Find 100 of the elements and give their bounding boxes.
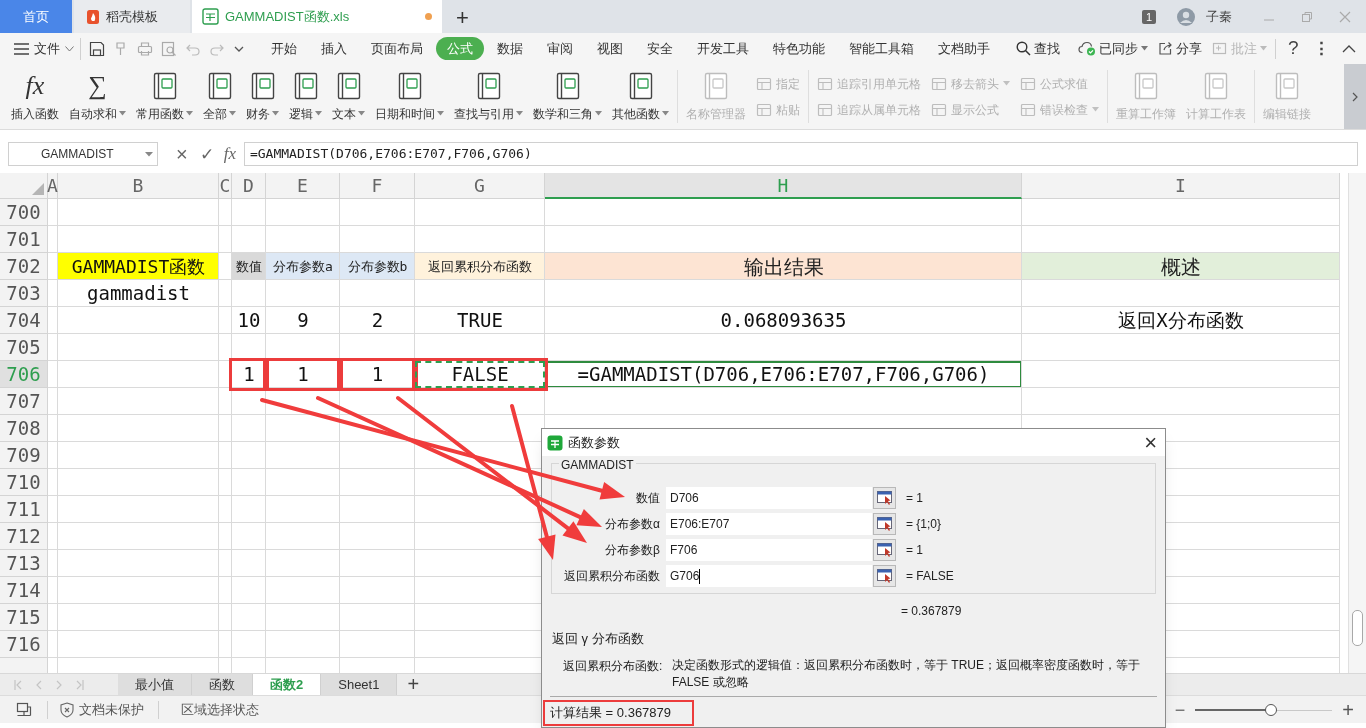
new-tab-button[interactable]: + [456,7,469,29]
ribbon-button[interactable]: fx 插入函数 [6,64,64,129]
row-header[interactable]: 712 [0,523,48,550]
ribbon-button[interactable]: 查找与引用 [449,64,528,129]
table-cell[interactable]: 2 [340,307,415,334]
menu-tab[interactable]: 安全 [636,36,684,61]
column-header[interactable]: C [219,173,232,199]
row-header[interactable]: 713 [0,550,48,577]
zoom-out-button[interactable]: − [1174,700,1186,719]
more-button[interactable]: ⋮ [1312,35,1330,62]
menu-tab[interactable]: 智能工具箱 [838,36,925,61]
notification-badge[interactable]: 1 [1141,9,1156,24]
sync-button[interactable]: 已同步 [1078,38,1148,59]
row-header[interactable]: 702 [0,253,48,280]
ribbon-button[interactable]: 数学和三角 [528,64,607,129]
ribbon-button[interactable]: 逻辑 [284,64,327,129]
file-menu[interactable]: 文件 [14,38,74,59]
column-header[interactable]: D [232,173,266,199]
row-header[interactable]: 704 [0,307,48,334]
input-field[interactable]: G706 [666,565,872,587]
sheet-tab[interactable]: Sheet1 [321,674,398,695]
scrollbar-thumb[interactable] [1352,610,1363,646]
table-cell[interactable]: =GAMMADIST(D706,E706:E707,F706,G706) [545,361,1022,388]
share-button[interactable]: 分享 [1158,38,1202,59]
scrollbar[interactable] [1348,173,1366,673]
search-button[interactable]: 查找 [1016,38,1060,59]
print-icon[interactable] [137,40,153,57]
table-cell[interactable]: 概述 [1022,253,1340,280]
table-cell[interactable]: 返回X分布函数 [1022,307,1340,334]
ribbon-button[interactable]: 财务 [241,64,284,129]
row-header[interactable]: 715 [0,604,48,631]
table-cell[interactable]: TRUE [415,307,545,334]
enter-button[interactable]: ✓ [199,145,214,163]
first-sheet-icon[interactable] [14,679,22,690]
formula-field[interactable]: =GAMMADIST(D706,E706:E707,F706,G706) [243,142,1358,166]
column-header[interactable]: I [1022,173,1340,199]
sheet-tab[interactable]: 函数 [192,674,253,695]
row-header[interactable]: 701 [0,226,48,253]
table-cell[interactable]: 分布参数b [340,253,415,280]
ribbon-button[interactable]: 日期和时间 [370,64,449,129]
row-header[interactable]: 700 [0,199,48,226]
cell-picker-button[interactable] [873,513,896,535]
ribbon-button[interactable]: 全部 [198,64,241,129]
row-header[interactable]: 705 [0,334,48,361]
row-header[interactable]: 710 [0,469,48,496]
cancel-button[interactable]: × [176,144,188,164]
ribbon-button[interactable]: 其他函数 [607,64,674,129]
row-header[interactable]: 707 [0,388,48,415]
table-cell[interactable]: 1 [340,361,415,388]
restore-icon[interactable] [1300,9,1314,24]
zoom-in-button[interactable]: + [1342,699,1354,720]
column-header[interactable]: F [340,173,415,199]
menu-tab[interactable]: 开发工具 [686,36,760,61]
close-button[interactable]: × [1144,431,1157,454]
ribbon-button[interactable]: ∑ 自动求和 [64,64,131,129]
collapse-icon[interactable] [1341,44,1356,53]
menu-tab[interactable]: 数据 [486,36,534,61]
menu-tab[interactable]: 文档助手 [927,36,1001,61]
menu-tab[interactable]: 特色功能 [762,36,836,61]
table-cell[interactable]: 10 [232,307,266,334]
tab[interactable]: GAMMADIST函数.xls [192,0,442,33]
print-preview-icon[interactable] [161,40,177,57]
row-header[interactable]: 714 [0,577,48,604]
shield-icon[interactable] [60,701,74,718]
table-cell[interactable]: 1 [232,361,266,388]
cell-picker-button[interactable] [873,539,896,561]
table-cell[interactable]: gammadist [58,280,219,307]
previous-sheet-icon[interactable] [36,679,42,690]
last-sheet-icon[interactable] [76,679,84,690]
row-header[interactable]: 711 [0,496,48,523]
menu-tab[interactable]: 审阅 [536,36,584,61]
ribbon-button[interactable]: 文本 [327,64,370,129]
menu-tab[interactable]: 页面布局 [360,36,434,61]
input-field[interactable]: D706 [666,487,872,509]
table-cell[interactable]: 返回累积分布函数 [415,253,545,280]
table-cell[interactable]: 输出结果 [545,253,1022,280]
user-name[interactable]: 子秦 [1206,6,1232,27]
table-cell[interactable]: 9 [266,307,340,334]
layout-icon[interactable] [15,701,33,718]
tab[interactable]: 稻壳模板 [74,0,190,33]
row-header[interactable]: 708 [0,415,48,442]
menu-tab[interactable]: 插入 [310,36,358,61]
table-cell[interactable]: 数值 [232,253,266,280]
column-header[interactable]: B [58,173,219,199]
column-header[interactable]: G [415,173,545,199]
table-cell[interactable]: 分布参数a [266,253,340,280]
ribbon-button[interactable]: 常用函数 [131,64,198,129]
next-sheet-icon[interactable] [56,679,62,690]
input-field[interactable]: E706:E707 [666,513,872,535]
menu-tab[interactable]: 视图 [586,36,634,61]
insert-function-button[interactable]: fx [223,141,236,167]
cell-picker-button[interactable] [873,487,896,509]
menu-tab[interactable]: 开始 [260,36,308,61]
save-icon[interactable] [89,40,105,57]
row-header[interactable]: 703 [0,280,48,307]
avatar-icon[interactable] [1176,6,1196,27]
help-button[interactable]: ? [1288,34,1299,63]
column-header[interactable]: E [266,173,340,199]
select-all-icon[interactable] [32,183,44,195]
add-sheet-button[interactable]: + [407,674,420,695]
